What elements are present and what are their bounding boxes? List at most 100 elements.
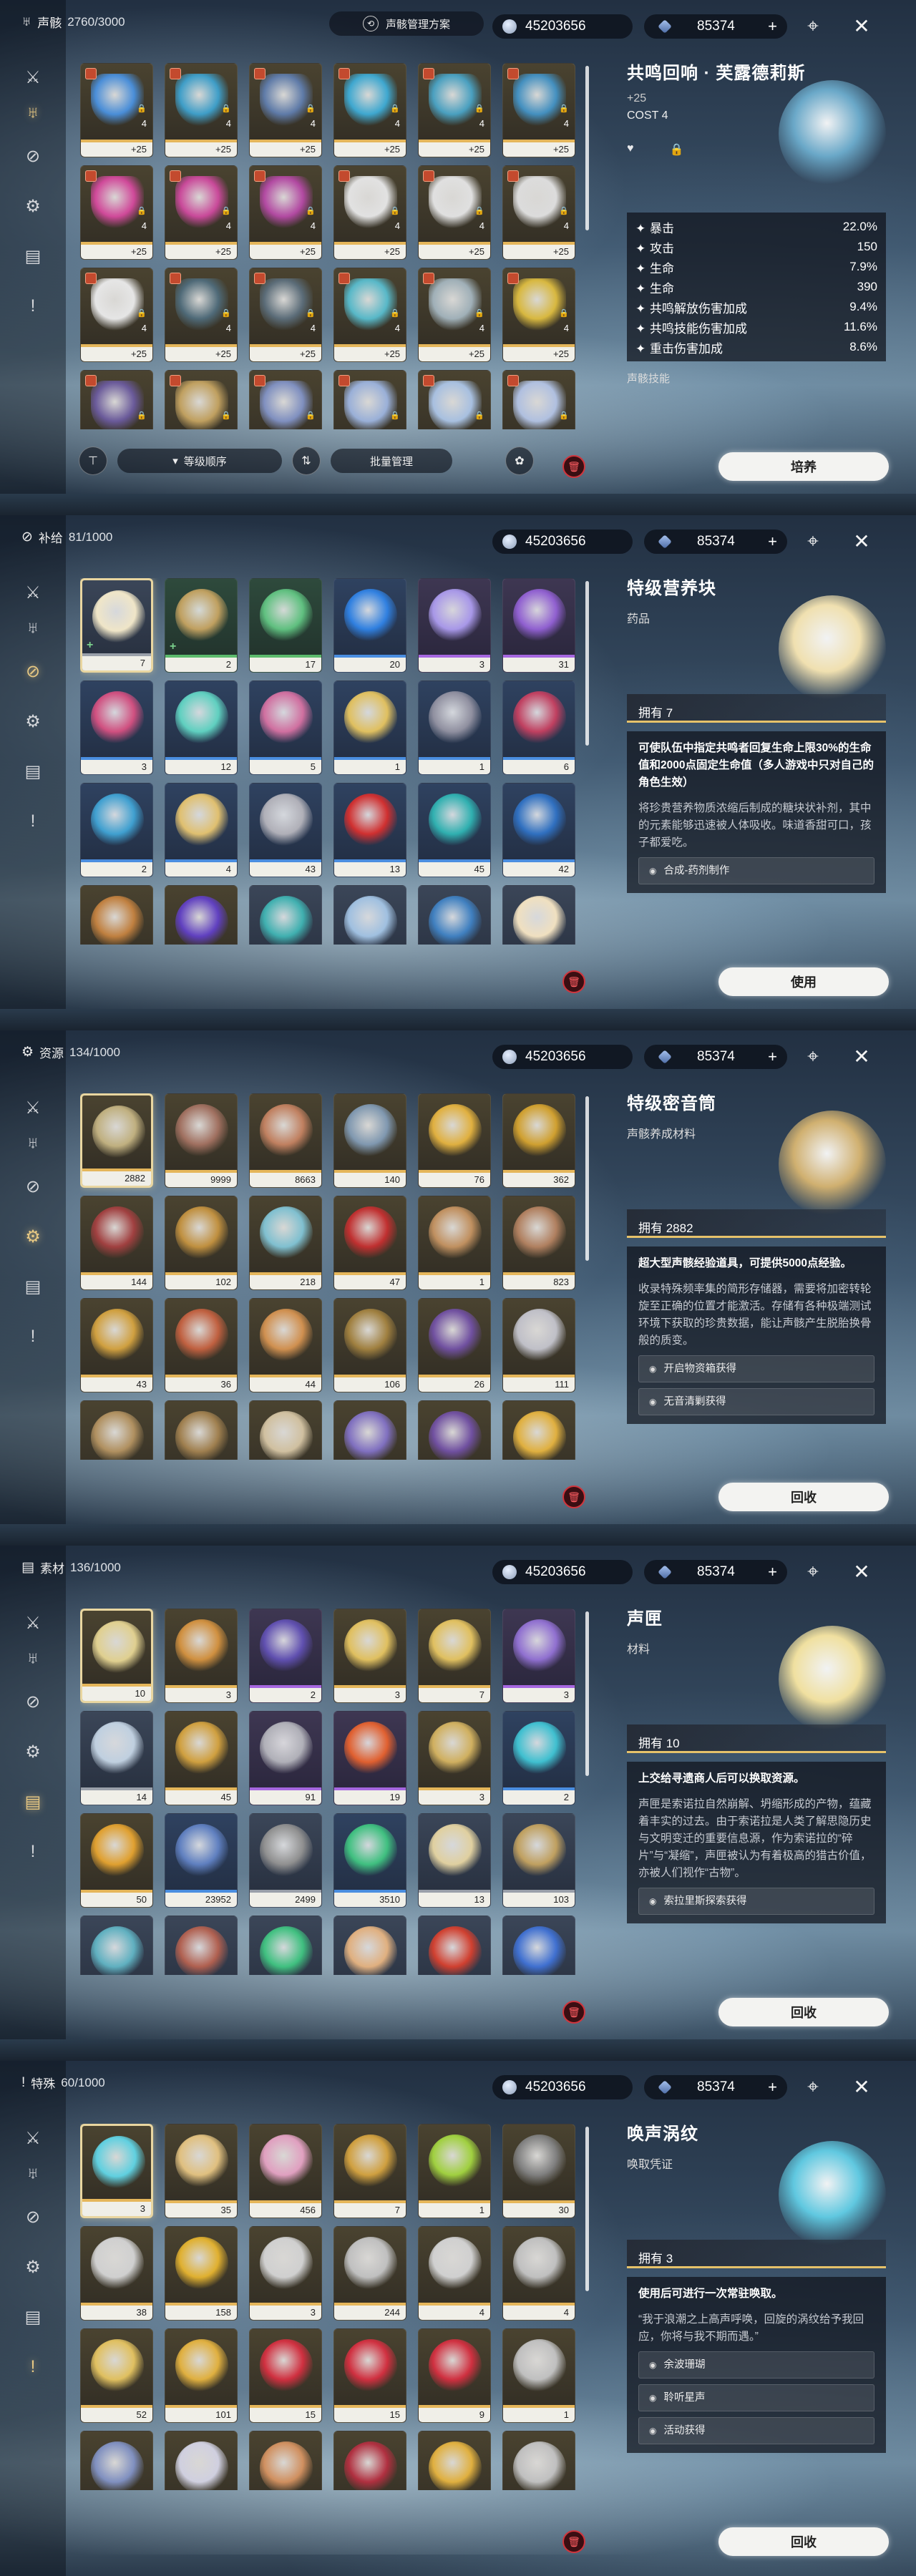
echo-slot[interactable]: 🔒 4 +25 [249, 165, 322, 260]
echo-slot[interactable]: 🔒 4 +25 [418, 165, 491, 260]
source-entry[interactable]: ◉ 无音清剿获得 [638, 1388, 874, 1415]
target-icon[interactable]: ⌖ [800, 1558, 826, 1584]
astrite-currency[interactable]: 45203656 [492, 1560, 633, 1584]
settings-button[interactable]: ✿ [505, 447, 534, 475]
sort-order-button[interactable]: ⇅ [292, 447, 321, 475]
primary-action-button[interactable]: 使用 [718, 967, 889, 996]
item-slot[interactable]: 362 [502, 1093, 575, 1188]
item-slot[interactable]: 3 [80, 2124, 153, 2218]
lunite-currency[interactable]: 85374 + [644, 14, 787, 39]
target-icon[interactable]: ⌖ [800, 528, 826, 554]
echo-slot[interactable]: 🔒 4 +25 [333, 165, 406, 260]
item-slot[interactable]: 3 [418, 1711, 491, 1805]
item-slot[interactable]: 456 [249, 2124, 322, 2218]
sidebar-crossed-swords-icon[interactable]: ⚔ [20, 2125, 46, 2151]
add-currency-button[interactable]: + [768, 17, 777, 36]
sidebar-pill-icon[interactable]: ⊘ [20, 143, 46, 169]
echo-slot[interactable]: 🔒 4 +25 [333, 268, 406, 362]
sidebar-echo-mask-icon[interactable]: ♅ [20, 100, 46, 126]
grid-scrollbar[interactable] [585, 1096, 589, 1261]
item-slot[interactable]: 15 [249, 2328, 322, 2423]
item-slot[interactable]: 3 [418, 578, 491, 673]
item-slot[interactable]: 2882 [80, 1093, 153, 1188]
lunite-currency[interactable]: 85374 + [644, 1560, 787, 1584]
close-icon[interactable]: ✕ [849, 528, 874, 554]
item-slot[interactable]: 12 [165, 680, 238, 775]
grid-scrollbar[interactable] [585, 581, 589, 746]
echo-slot[interactable]: 🔒 [80, 370, 153, 429]
item-slot[interactable]: 244 [333, 2226, 406, 2321]
item-slot[interactable] [502, 2431, 575, 2490]
item-slot[interactable]: 45 [418, 783, 491, 877]
filter-button[interactable]: ⊤ [79, 447, 107, 475]
item-slot[interactable]: 103 [502, 1813, 575, 1908]
item-slot[interactable]: 218 [249, 1196, 322, 1290]
close-icon[interactable]: ✕ [849, 1043, 874, 1069]
sidebar-echo-mask-icon[interactable]: ♅ [20, 2161, 46, 2187]
close-icon[interactable]: ✕ [849, 2074, 874, 2099]
item-slot[interactable]: 38 [80, 2226, 153, 2321]
item-slot[interactable]: 144 [80, 1196, 153, 1290]
sidebar-pill-icon[interactable]: ⊘ [20, 2204, 46, 2230]
grid-scrollbar[interactable] [585, 66, 589, 230]
add-currency-button[interactable]: + [768, 2078, 777, 2097]
target-icon[interactable]: ⌖ [800, 1043, 826, 1069]
item-slot[interactable]: 20 [333, 578, 406, 673]
source-entry[interactable]: ◉ 合成-药剂制作 [638, 857, 874, 884]
item-slot[interactable]: 3 [165, 1609, 238, 1703]
item-slot[interactable]: 1 [333, 680, 406, 775]
grid-scrollbar[interactable] [585, 1611, 589, 1776]
echo-slot[interactable]: 🔒 4 +25 [249, 268, 322, 362]
sidebar-echo-mask-icon[interactable]: ♅ [20, 1646, 46, 1672]
source-entry[interactable]: ◉ 索拉里斯探索获得 [638, 1888, 874, 1915]
item-slot[interactable]: 2 [80, 783, 153, 877]
astrite-currency[interactable]: 45203656 [492, 2075, 633, 2099]
item-slot[interactable]: 91 [249, 1711, 322, 1805]
item-slot[interactable] [249, 1400, 322, 1460]
sidebar-exclamation-card-icon[interactable]: ! [20, 293, 46, 319]
sidebar-gear-box-icon[interactable]: ⚙ [20, 1224, 46, 1249]
item-slot[interactable]: 823 [502, 1196, 575, 1290]
item-slot[interactable] [80, 885, 153, 945]
item-slot[interactable]: 17 [249, 578, 322, 673]
item-slot[interactable] [249, 1916, 322, 1975]
sidebar-pill-icon[interactable]: ⊘ [20, 1174, 46, 1199]
item-slot[interactable] [502, 1916, 575, 1975]
item-slot[interactable]: 43 [249, 783, 322, 877]
sidebar-echo-mask-icon[interactable]: ♅ [20, 615, 46, 641]
item-slot[interactable] [165, 2431, 238, 2490]
echo-slot[interactable]: 🔒 4 +25 [80, 165, 153, 260]
delete-icon[interactable]: 🗑 [562, 970, 585, 993]
sidebar-crossed-swords-icon[interactable]: ⚔ [20, 1095, 46, 1121]
delete-icon[interactable]: 🗑 [562, 2001, 585, 2024]
item-slot[interactable] [333, 885, 406, 945]
echo-slot[interactable]: 🔒 4 +25 [418, 268, 491, 362]
item-slot[interactable]: 44 [249, 1298, 322, 1392]
item-slot[interactable]: 4 [418, 2226, 491, 2321]
lock-icon[interactable]: 🔒 [670, 142, 684, 157]
primary-action-button[interactable]: 回收 [718, 2527, 889, 2556]
echo-slot[interactable]: 🔒 4 +25 [502, 165, 575, 260]
item-slot[interactable]: 6 [502, 680, 575, 775]
target-icon[interactable]: ⌖ [800, 13, 826, 39]
echo-slot[interactable]: 🔒 [165, 370, 238, 429]
item-slot[interactable]: 4 [502, 2226, 575, 2321]
add-currency-button[interactable]: + [768, 1563, 777, 1581]
item-slot[interactable]: 7 + [80, 578, 153, 673]
sidebar-chest-icon[interactable]: ▤ [20, 243, 46, 269]
item-slot[interactable] [502, 885, 575, 945]
delete-icon[interactable]: 🗑 [562, 1485, 585, 1508]
sidebar-crossed-swords-icon[interactable]: ⚔ [20, 1610, 46, 1636]
item-slot[interactable] [333, 2431, 406, 2490]
item-slot[interactable]: 2499 [249, 1813, 322, 1908]
item-slot[interactable]: 2 + [165, 578, 238, 673]
item-slot[interactable]: 1 [418, 2124, 491, 2218]
item-slot[interactable]: 13 [333, 783, 406, 877]
astrite-currency[interactable]: 45203656 [492, 530, 633, 554]
item-slot[interactable]: 111 [502, 1298, 575, 1392]
item-slot[interactable]: 101 [165, 2328, 238, 2423]
delete-icon[interactable]: 🗑 [562, 455, 585, 478]
sidebar-crossed-swords-icon[interactable]: ⚔ [20, 64, 46, 90]
item-slot[interactable]: 2 [502, 1711, 575, 1805]
echo-slot[interactable]: 🔒 4 +25 [165, 63, 238, 157]
